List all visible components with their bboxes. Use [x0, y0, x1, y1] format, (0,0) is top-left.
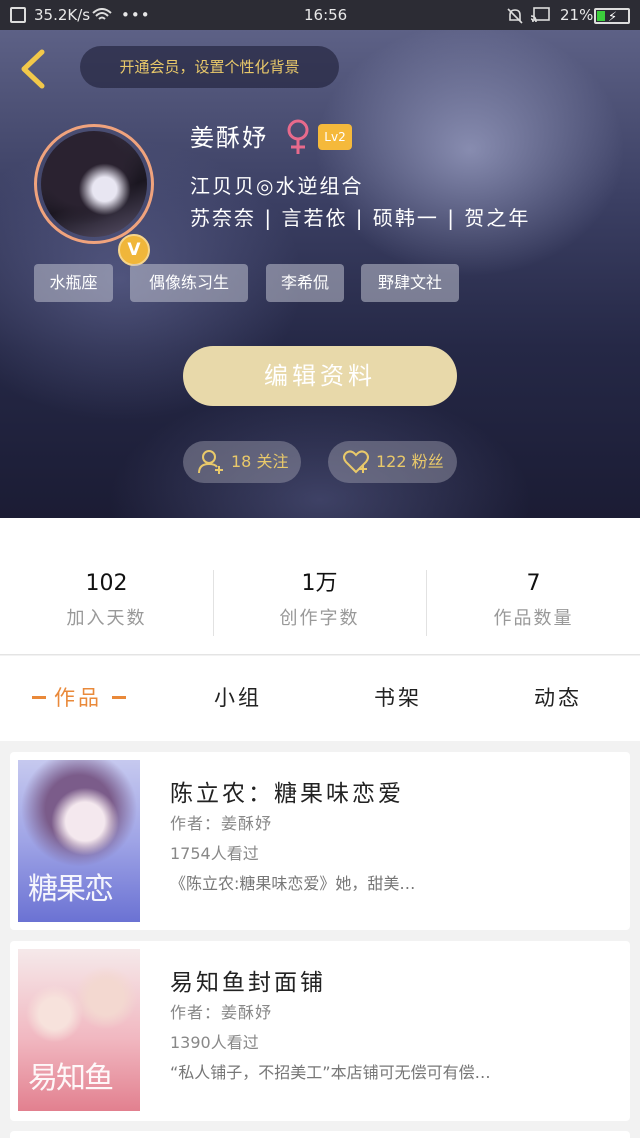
- tab-activity[interactable]: 动态: [534, 682, 582, 712]
- profile-group: 江贝贝◎水逆组合: [190, 174, 364, 198]
- followers-button[interactable]: 122 粉丝: [328, 441, 457, 483]
- wifi-icon: [92, 8, 112, 20]
- stat-value: 7: [526, 571, 541, 596]
- battery-percent: 21%: [560, 6, 594, 24]
- avatar[interactable]: [34, 124, 154, 244]
- stat-value: 1万: [301, 571, 338, 596]
- tab-bar: 作品 小组 书架 动态: [0, 656, 640, 741]
- tab-bookshelf[interactable]: 书架: [374, 682, 422, 712]
- stat-word-count: 1万 创作字数: [213, 570, 426, 630]
- cover-title: 糖果恋: [28, 872, 114, 907]
- work-card[interactable]: 糖果恋 陈立农：糖果味恋爱 作者：姜酥妤 1754人看过 《陈立农:糖果味恋爱》…: [10, 752, 630, 930]
- cover-title: 易知鱼: [28, 1061, 114, 1096]
- more-notifications-icon: •••: [121, 6, 151, 24]
- avatar-image: [41, 131, 147, 237]
- username: 姜酥妤: [190, 124, 268, 152]
- work-title: 易知鱼封面铺: [170, 970, 326, 996]
- battery-icon: ⚡: [594, 8, 630, 25]
- work-description: 《陈立农:糖果味恋爱》她，甜美…: [170, 874, 416, 893]
- book-cover: 易知鱼: [18, 949, 140, 1111]
- tag-item[interactable]: 野肆文社: [361, 264, 459, 302]
- cast-icon: [530, 7, 550, 23]
- network-speed: 35.2K/s: [34, 6, 91, 24]
- work-description: “私人铺子，不招美工”本店铺可无偿可有偿…: [170, 1063, 491, 1082]
- book-cover: 糖果恋: [18, 760, 140, 922]
- tag-item[interactable]: 水瓶座: [34, 264, 113, 302]
- work-card[interactable]: [10, 1131, 630, 1138]
- following-count: 18 关注: [231, 452, 289, 471]
- work-author: 作者：姜酥妤: [170, 814, 273, 833]
- stat-work-count: 7 作品数量: [427, 570, 640, 630]
- stat-value: 102: [85, 571, 128, 596]
- mute-icon: [507, 8, 523, 24]
- stat-label: 作品数量: [493, 608, 574, 629]
- work-views: 1754人看过: [170, 844, 259, 863]
- stat-join-days: 102 加入天数: [0, 570, 213, 630]
- profile-header: 开通会员，设置个性化背景 V 姜酥妤 Lv2 江贝贝◎水逆组合 苏奈奈 | 言若…: [0, 30, 640, 518]
- work-author: 作者：姜酥妤: [170, 1003, 273, 1022]
- profile-members: 苏奈奈 | 言若依 | 硕韩一 | 贺之年: [190, 206, 531, 230]
- status-bar: 35.2K/s ••• 16:56 21% ⚡: [0, 0, 640, 30]
- active-tab-indicator: [32, 696, 46, 699]
- stats-panel: 102 加入天数 1万 创作字数 7 作品数量: [0, 518, 640, 655]
- level-badge: Lv2: [318, 124, 352, 150]
- tag-item[interactable]: 李希侃: [266, 264, 344, 302]
- work-card[interactable]: 易知鱼 易知鱼封面铺 作者：姜酥妤 1390人看过 “私人铺子，不招美工”本店铺…: [10, 941, 630, 1121]
- following-button[interactable]: 18 关注: [183, 441, 301, 483]
- followers-count: 122 粉丝: [376, 452, 444, 471]
- heart-plus-icon: [343, 450, 369, 474]
- vip-background-banner[interactable]: 开通会员，设置个性化背景: [80, 46, 339, 88]
- stat-label: 加入天数: [66, 608, 147, 629]
- back-arrow-icon[interactable]: [16, 48, 52, 90]
- edit-profile-button[interactable]: 编辑资料: [183, 346, 457, 406]
- tab-works[interactable]: 作品: [54, 682, 102, 712]
- work-views: 1390人看过: [170, 1033, 259, 1052]
- active-tab-indicator: [112, 696, 126, 699]
- tag-item[interactable]: 偶像练习生: [130, 264, 248, 302]
- notification-icon: [10, 7, 26, 23]
- add-user-icon: [198, 450, 223, 474]
- work-title: 陈立农：糖果味恋爱: [170, 781, 404, 807]
- female-icon: [287, 119, 309, 154]
- verified-badge: V: [118, 234, 150, 266]
- clock: 16:56: [304, 6, 348, 24]
- tab-groups[interactable]: 小组: [214, 682, 262, 712]
- stat-label: 创作字数: [279, 608, 360, 629]
